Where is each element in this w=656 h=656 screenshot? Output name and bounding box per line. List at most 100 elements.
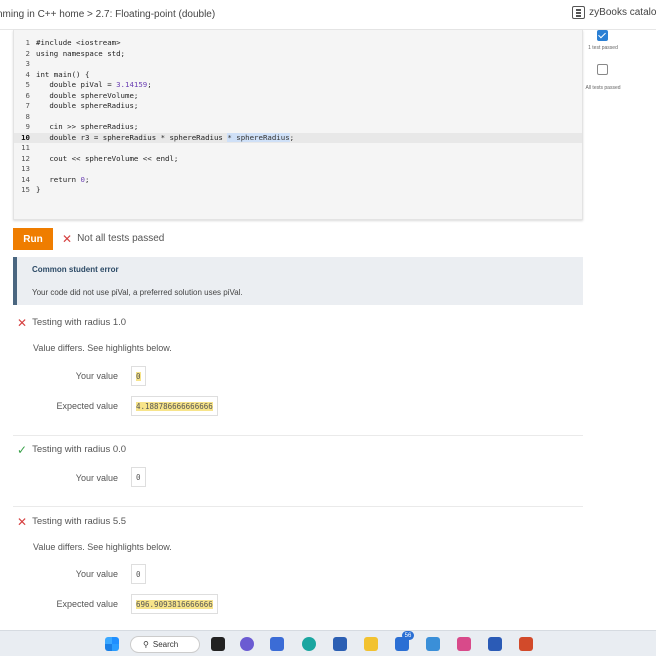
test-1-header: ✕ Testing with radius 1.0 <box>17 315 126 330</box>
notification-badge: 56 <box>402 631 414 640</box>
test-2-header: ✓ Testing with radius 0.0 <box>17 442 127 457</box>
code-line[interactable]: 4 int main() { <box>14 70 582 81</box>
your-value-label: Your value <box>75 371 118 381</box>
code-line[interactable]: 2 using namespace std; <box>14 49 582 60</box>
line-number: 5 <box>25 80 30 89</box>
fail-x-icon: ✕ <box>62 231 73 246</box>
code-token: double sphereRadius; <box>36 101 139 110</box>
code-line[interactable]: 15} <box>14 185 582 196</box>
code-token: * sphereRadius <box>227 132 290 142</box>
code-line[interactable]: 9 cin >> sphereRadius; <box>14 122 582 133</box>
edge-browser-icon[interactable] <box>302 637 316 651</box>
your-value: 0 <box>136 569 141 579</box>
test-title: Testing with radius 5.5 <box>32 516 127 527</box>
code-line[interactable]: 10 double r3 = sphereRadius * sphereRadi… <box>14 132 582 143</box>
run-status-text: Not all tests passed <box>77 233 165 244</box>
your-value: 0 <box>136 472 141 482</box>
one-test-passed-label: 1 test passed <box>588 45 618 51</box>
code-text: double piVal = 3.14159; <box>36 80 151 91</box>
your-value: 0 <box>136 371 141 381</box>
code-line[interactable]: 3 <box>14 59 582 70</box>
start-menu-icon[interactable] <box>105 637 119 651</box>
common-error-panel: Common student error Your code did not u… <box>13 257 583 305</box>
store-icon[interactable] <box>333 637 347 651</box>
diff-message: Value differs. See highlights below. <box>33 542 172 552</box>
all-tests-empty-checkbox-icon <box>597 64 608 75</box>
search-icon: ⚲ <box>143 640 149 649</box>
divider <box>13 506 583 507</box>
your-value-box: 0 <box>131 467 146 487</box>
line-number: 11 <box>21 143 30 152</box>
word-icon[interactable] <box>488 637 502 651</box>
line-number: 9 <box>25 122 30 131</box>
expected-value-box: 696.9093816666666 <box>131 594 218 614</box>
code-line[interactable]: 5 double piVal = 3.14159; <box>14 80 582 91</box>
code-token: using namespace std; <box>36 48 125 58</box>
code-token: double r3 = sphereRadius * sphereRadius <box>36 132 228 142</box>
top-bar: nming in C++ home > 2.7: Floating-point … <box>0 0 656 30</box>
line-number: 14 <box>21 174 30 184</box>
test-title: Testing with radius 0.0 <box>32 444 127 455</box>
code-token: } <box>36 185 41 194</box>
code-text: cin >> sphereRadius; <box>36 122 138 133</box>
fail-x-icon: ✕ <box>17 514 28 529</box>
your-value-box: 0 <box>131 564 146 584</box>
code-line[interactable]: 1 #include <iostream> <box>14 38 582 49</box>
code-text: int main() { <box>36 70 89 81</box>
code-line[interactable]: 7 double sphereRadius; <box>14 101 582 112</box>
all-tests-passed-label: All tests passed <box>585 85 621 91</box>
line-number: 10 <box>21 132 30 142</box>
run-button[interactable]: Run <box>13 228 53 250</box>
copilot-icon[interactable] <box>270 637 284 651</box>
error-message: Your code did not use piVal, a preferred… <box>32 288 243 297</box>
app-icon[interactable] <box>457 637 471 651</box>
your-value-label: Your value <box>75 473 118 483</box>
pass-check-icon: ✓ <box>17 442 28 457</box>
task-view-icon[interactable] <box>211 637 225 651</box>
code-line[interactable]: 8 <box>14 112 582 123</box>
expected-value-box: 4.188786666666666 <box>131 396 218 416</box>
powerpoint-icon[interactable] <box>519 637 533 651</box>
divider <box>13 435 583 436</box>
taskbar-search[interactable]: ⚲ Search <box>130 636 200 653</box>
code-token: double sphereVolume; <box>36 90 139 100</box>
code-token: cin >> sphereRadius; <box>36 122 139 131</box>
code-line[interactable]: 14 return 0; <box>14 175 582 186</box>
line-number: 12 <box>21 153 30 163</box>
line-number: 15 <box>21 185 30 194</box>
taskbar-search-label: Search <box>152 640 179 649</box>
code-token: ; <box>289 132 295 142</box>
run-status: ✕ Not all tests passed <box>62 231 165 246</box>
code-line[interactable]: 13 <box>14 164 582 175</box>
line-number: 6 <box>25 90 30 100</box>
breadcrumb[interactable]: nming in C++ home > 2.7: Floating-point … <box>0 9 215 20</box>
code-lines[interactable]: 1 #include <iostream> 2 using namespace std… <box>14 38 582 196</box>
your-value-label: Your value <box>75 569 118 579</box>
code-text: double sphereVolume; <box>36 91 138 102</box>
code-token: #include <iostream> <box>36 38 121 47</box>
code-text: cout << sphereVolume << endl; <box>36 154 178 165</box>
expected-value-label: Expected value <box>56 599 118 609</box>
code-line[interactable]: 6 double sphereVolume; <box>14 91 582 102</box>
diff-message: Value differs. See highlights below. <box>33 343 172 353</box>
expected-value-label: Expected value <box>56 401 118 411</box>
app-icon[interactable] <box>426 637 440 651</box>
code-text: using namespace std; <box>36 49 125 60</box>
line-number: 3 <box>25 59 30 68</box>
code-text: double sphereRadius; <box>36 101 138 112</box>
expected-value: 696.9093816666666 <box>136 599 213 609</box>
code-line[interactable]: 12 cout << sphereVolume << endl; <box>14 154 582 165</box>
catalog-icon <box>572 6 586 19</box>
meet-icon[interactable] <box>240 637 254 651</box>
line-number: 1 <box>25 38 30 47</box>
code-token: ; <box>84 174 90 184</box>
line-number: 7 <box>25 101 30 110</box>
file-explorer-icon[interactable] <box>364 637 378 651</box>
windows-taskbar: ⚲ Search 56 <box>0 630 656 656</box>
code-line[interactable]: 11 <box>14 143 582 154</box>
fail-x-icon: ✕ <box>17 315 28 330</box>
zybooks-catalog-link[interactable]: zyBooks catalog <box>572 6 656 19</box>
code-token: cout << sphereVolume << endl; <box>36 153 179 163</box>
your-value-box: 0 <box>131 366 146 386</box>
error-title: Common student error <box>32 265 119 274</box>
